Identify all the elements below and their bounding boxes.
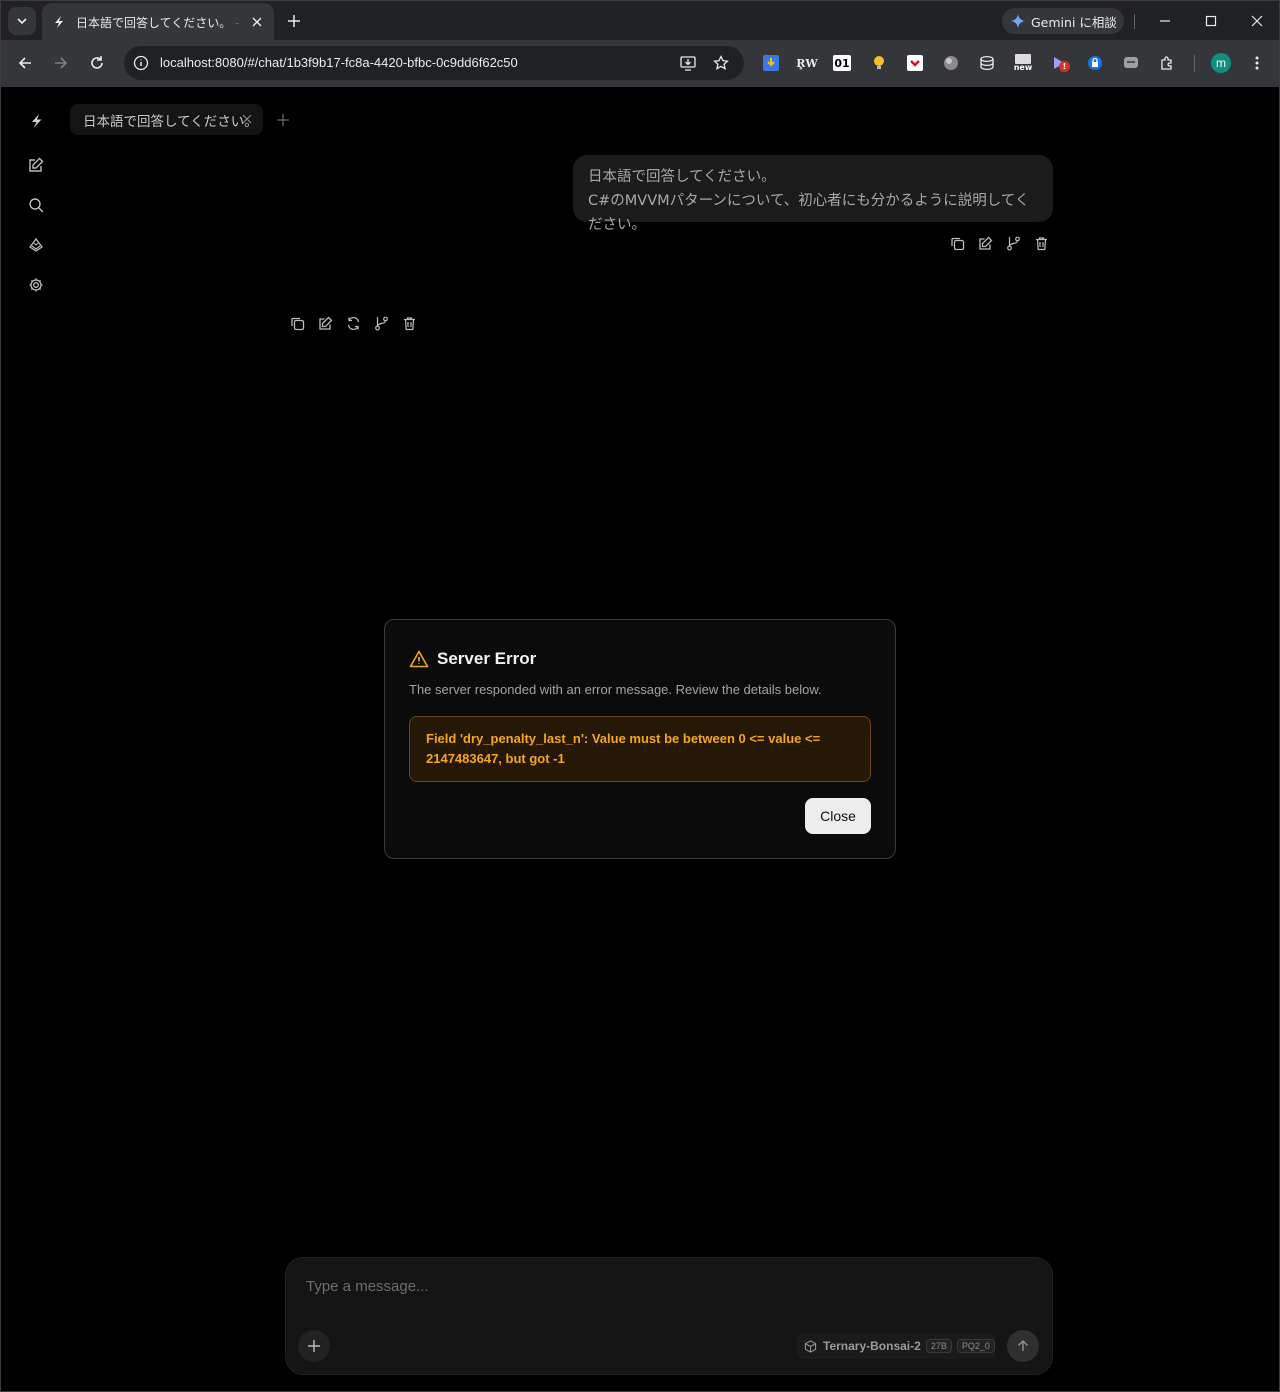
gemini-button[interactable]: Gemini に相談 — [1002, 8, 1124, 34]
edit-icon[interactable] — [977, 235, 993, 251]
forward-button[interactable] — [48, 50, 74, 76]
model-name: Ternary-Bonsai-2 — [823, 1339, 921, 1353]
add-chat-tab-button[interactable] — [275, 112, 291, 128]
profile-avatar[interactable]: m — [1211, 53, 1231, 73]
close-button[interactable]: Close — [805, 798, 871, 834]
chat-tab[interactable]: 日本語で回答してください。 — [70, 104, 263, 135]
new-ext-label: new — [1013, 63, 1033, 72]
server-error-dialog: Server Error The server responded with a… — [384, 619, 896, 859]
plus-icon — [277, 114, 289, 126]
arrow-right-icon — [55, 57, 68, 69]
maximize-window-button[interactable] — [1199, 9, 1223, 33]
bookmark-star-icon[interactable] — [712, 54, 730, 72]
plus-icon — [308, 1340, 320, 1352]
settings-gear-icon[interactable] — [27, 276, 45, 294]
minimize-icon — [1160, 20, 1170, 22]
browser-toolbar: localhost:8080/#/chat/1b3f9b17-fc8a-4420… — [0, 40, 1280, 87]
url-text[interactable]: localhost:8080/#/chat/1b3f9b17-fc8a-4420… — [160, 55, 518, 70]
bulb-ext-icon[interactable] — [869, 53, 889, 73]
trash-icon[interactable] — [1033, 235, 1049, 251]
branch-icon[interactable] — [373, 315, 389, 331]
edit-icon[interactable] — [317, 315, 333, 331]
stack-ext-icon[interactable] — [977, 53, 997, 73]
user-message-line: 日本語で回答してください。 — [588, 169, 776, 185]
install-app-icon[interactable] — [679, 54, 697, 72]
minimize-window-button[interactable] — [1153, 9, 1177, 33]
arrow-up-icon — [1017, 1340, 1029, 1351]
new-tab-button[interactable] — [284, 11, 304, 31]
bookmark-ext-icon[interactable]: ! — [1049, 53, 1070, 73]
titlebar-divider — [1134, 14, 1135, 29]
message-composer: Ternary-Bonsai-2 27B PQ2_0 — [285, 1257, 1053, 1375]
tab-search-button[interactable] — [8, 7, 36, 35]
toolbar-divider — [1194, 55, 1195, 72]
new-chat-icon[interactable] — [27, 156, 45, 174]
address-bar[interactable]: localhost:8080/#/chat/1b3f9b17-fc8a-4420… — [124, 46, 744, 80]
close-tab-icon[interactable] — [248, 13, 266, 31]
user-message-line: C#のMVVMパターンについて、初心者にも分かるように説明してください。 — [588, 193, 1030, 233]
circle-ext-icon[interactable] — [941, 53, 961, 73]
tools-icon[interactable] — [27, 236, 45, 254]
chevron-down-icon — [17, 18, 27, 25]
browser-tab-title: 日本語で回答してください。 - llama.cpp — [76, 15, 244, 30]
arrow-left-icon — [18, 57, 31, 69]
plus-icon — [288, 15, 300, 27]
close-icon[interactable] — [241, 113, 253, 125]
browser-titlebar: 日本語で回答してください。 - llama.cpp Gemini に相談 — [0, 0, 1280, 41]
model-selector[interactable]: Ternary-Bonsai-2 27B PQ2_0 — [797, 1333, 995, 1359]
more-vertical-icon — [1255, 56, 1259, 70]
browser-menu-button[interactable] — [1244, 50, 1270, 76]
send-button[interactable] — [1007, 1330, 1039, 1362]
rw-ext-icon[interactable]: R̥W — [796, 53, 818, 73]
llama-favicon-icon — [55, 16, 63, 28]
close-icon — [1251, 15, 1263, 27]
user-message: 日本語で回答してください。 C#のMVVMパターンについて、初心者にも分かるよう… — [573, 155, 1053, 233]
maximize-icon — [1205, 15, 1217, 27]
user-message-actions — [949, 235, 1061, 251]
model-quant-badge: PQ2_0 — [956, 1339, 995, 1353]
browser-tab-active[interactable]: 日本語で回答してください。 - llama.cpp — [42, 3, 274, 41]
copy-icon[interactable] — [949, 235, 965, 251]
dialog-title: Server Error — [437, 649, 537, 668]
site-info-icon[interactable] — [132, 54, 150, 72]
back-button[interactable] — [12, 50, 38, 76]
close-window-button[interactable] — [1245, 9, 1269, 33]
copy-icon[interactable] — [289, 315, 305, 331]
search-icon[interactable] — [27, 196, 45, 214]
pocket-ext-icon[interactable] — [905, 53, 925, 73]
cube-icon — [804, 1339, 817, 1353]
error-message-box: Field 'dry_penalty_last_n': Value must b… — [409, 716, 871, 782]
dialog-header: Server Error — [409, 649, 536, 669]
chat-ext-icon[interactable] — [1121, 53, 1141, 73]
message-input[interactable] — [306, 1274, 1026, 1298]
warning-icon — [409, 650, 429, 668]
lock-ext-icon[interactable] — [1085, 53, 1105, 73]
regenerate-icon[interactable] — [345, 315, 361, 331]
assistant-message-actions — [289, 315, 429, 331]
trash-icon[interactable] — [401, 315, 417, 331]
branch-icon[interactable] — [1005, 235, 1021, 251]
chat-tab-label: 日本語で回答してください。 — [83, 113, 258, 130]
new-ext-icon[interactable]: new — [1012, 53, 1034, 73]
01-ext-icon[interactable]: 01 — [833, 55, 851, 71]
puzzle-ext-icon[interactable] — [1157, 53, 1177, 73]
model-size-badge: 27B — [925, 1339, 952, 1353]
reload-button[interactable] — [84, 50, 110, 76]
alert-badge: ! — [1059, 61, 1070, 72]
gemini-sparkle-icon — [1011, 14, 1025, 28]
gemini-button-label: Gemini に相談 — [1031, 14, 1117, 30]
attach-button[interactable] — [298, 1330, 330, 1362]
download-ext-icon[interactable] — [761, 53, 781, 73]
reload-icon — [91, 56, 103, 69]
llama-logo-icon[interactable] — [27, 112, 45, 130]
dialog-description: The server responded with an error messa… — [409, 682, 822, 697]
